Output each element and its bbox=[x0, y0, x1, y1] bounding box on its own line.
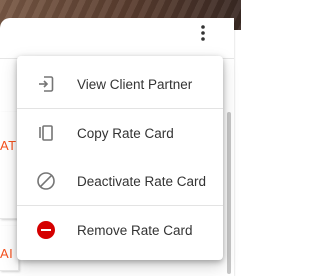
deactivate-rate-card-item[interactable]: Deactivate Rate Card bbox=[17, 157, 223, 205]
more-options-button[interactable] bbox=[192, 20, 214, 46]
menu-item-label: Deactivate Rate Card bbox=[77, 173, 207, 189]
rate-card-tile-label: ATE bbox=[0, 138, 18, 153]
remove-rate-card-item[interactable]: Remove Rate Card bbox=[17, 206, 223, 254]
rate-card-actions-menu: View Client Partner Copy Rate Card Deact… bbox=[17, 56, 223, 260]
open-in-icon bbox=[35, 73, 57, 95]
remove-circle-icon bbox=[35, 219, 57, 241]
menu-item-label: Copy Rate Card bbox=[77, 125, 174, 141]
more-vert-icon bbox=[201, 25, 205, 41]
copy-rate-card-item[interactable]: Copy Rate Card bbox=[17, 109, 223, 157]
view-client-partner-item[interactable]: View Client Partner bbox=[17, 60, 223, 108]
menu-item-label: View Client Partner bbox=[77, 76, 193, 92]
menu-item-label: Remove Rate Card bbox=[77, 222, 193, 238]
block-icon bbox=[35, 170, 57, 192]
rate-card-tile-label: AI bbox=[0, 246, 14, 261]
scrollbar[interactable] bbox=[227, 112, 231, 274]
copy-icon bbox=[35, 122, 57, 144]
